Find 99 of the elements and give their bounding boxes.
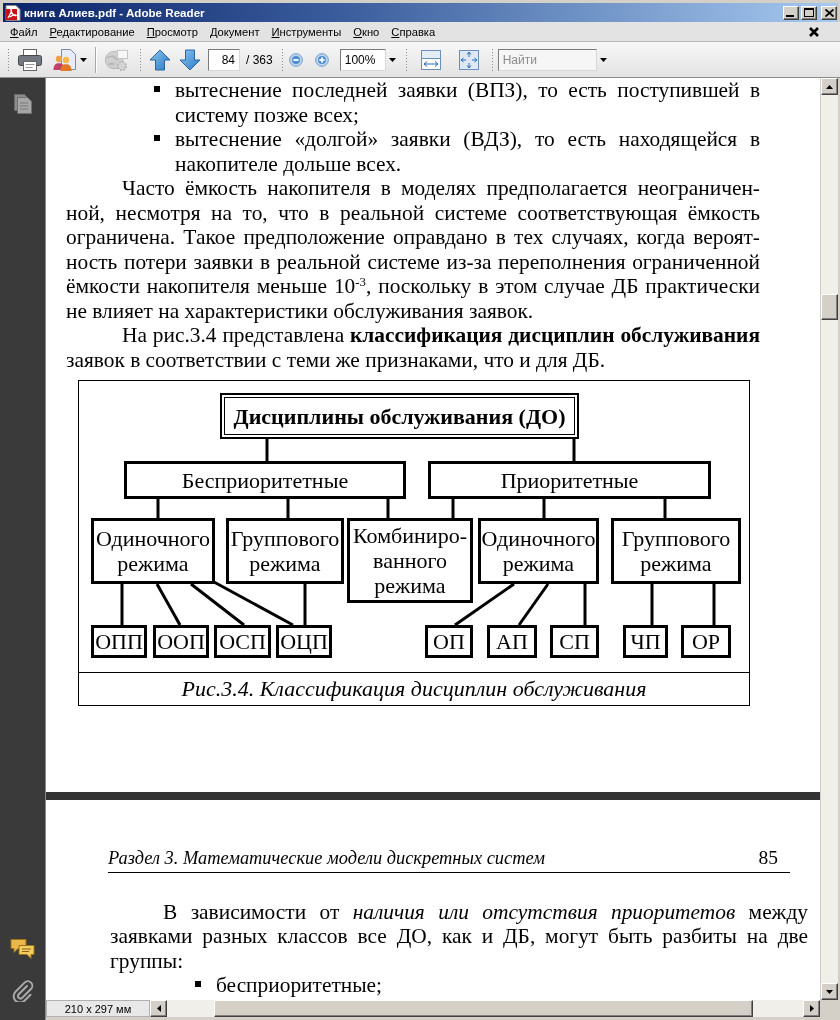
caret-icon	[80, 57, 87, 62]
diagram-node: Приоритетные	[428, 461, 711, 499]
diagram-node: ОР	[681, 625, 731, 658]
maximize-icon	[804, 8, 814, 17]
connector-line	[120, 584, 124, 625]
diagram-node: СП	[550, 625, 599, 658]
toolbar-grip[interactable]	[7, 47, 10, 72]
close-button[interactable]	[821, 5, 837, 20]
caret-up-icon	[826, 84, 833, 89]
maximize-button[interactable]	[801, 5, 817, 20]
connector-line	[265, 439, 269, 461]
diagram-node: Дисциплины обслуживания (ДО)	[220, 393, 579, 439]
diagram-node: ОЦП	[276, 625, 332, 658]
horizontal-scrollbar[interactable]	[150, 1000, 820, 1017]
diagram-node: Комбиниро-ванного режима	[347, 518, 473, 603]
connector-line	[542, 499, 546, 518]
page-count: / 363	[246, 52, 273, 67]
connector-line	[712, 584, 716, 625]
bullet-icon	[195, 981, 201, 988]
figure-caption: Рис.3.4. Классификация дисциплин обслуживания	[181, 676, 647, 702]
connector-line	[517, 583, 550, 626]
diagram-node: ЧП	[623, 625, 668, 658]
diagram-node: Группового режима	[226, 518, 344, 584]
close-document-button[interactable]	[809, 26, 819, 37]
diagram-node: ОП	[425, 625, 473, 658]
close-icon	[809, 26, 819, 37]
minimize-button[interactable]	[783, 5, 799, 20]
diagram-node: АП	[487, 625, 537, 658]
connector-line	[155, 583, 182, 626]
caret-icon	[388, 57, 396, 62]
comments-icon[interactable]	[9, 938, 36, 960]
menu-item[interactable]: Окно	[347, 22, 386, 41]
close-icon	[824, 8, 834, 17]
scroll-right-button[interactable]	[803, 1000, 820, 1017]
arrow-up-icon	[149, 48, 171, 71]
paragraph: На рис.3.4 представлена классификация дисциплин обслуживания заявок в соответствии с теми же признаками, что и для ДБ.	[66, 323, 760, 372]
scroll-left-button[interactable]	[150, 1000, 167, 1017]
scrollbar-thumb[interactable]	[214, 1000, 753, 1017]
menu-item[interactable]: Редактирование	[43, 22, 141, 41]
fit-page-icon	[458, 49, 479, 70]
list-item-text: вытеснение последней заявки (ВПЗ), то есть поступившей в систему позже всех;	[175, 78, 760, 127]
globe-icon	[104, 47, 128, 72]
diagram-node: ОПП	[91, 625, 147, 658]
connector-line	[286, 499, 290, 518]
toolbar-grip[interactable]	[280, 47, 284, 72]
page-size-label: 210 x 297 мм	[46, 1000, 150, 1017]
connector-line	[663, 499, 667, 518]
page-number-field[interactable]: 84	[208, 48, 240, 71]
vertical-scrollbar[interactable]	[820, 78, 838, 1000]
paragraph: Часто ёмкость накопителя в моделях предполагается неограничен-ной, несмотря на то, что в реальной системе соответствующая ёмкость ограничена. Такое предположение оправдано в тех случаях, когда вероят-ность потери заявки в реальной системе из-за переполнения ограниченной ёмкости накопителя меньше 10$^{-3}$, поскольку в этом случае ДБ практически не влияет на характеристики обслуживания заявок.	[66, 176, 760, 323]
connector-line	[583, 584, 587, 625]
diagram-node: Бесприоритетные	[124, 461, 406, 499]
connector-line	[303, 584, 307, 625]
connector-line	[451, 499, 455, 518]
bullet-icon	[154, 86, 160, 92]
scroll-down-button[interactable]	[821, 983, 838, 1000]
connector-line	[156, 499, 160, 518]
diagram-node: ООП	[153, 625, 209, 658]
window-title: книга Алиев.pdf - Adobe Reader	[24, 6, 205, 19]
connector-line	[454, 582, 515, 627]
pdf-file-icon	[5, 4, 21, 21]
zoom-field[interactable]: 100%	[339, 48, 386, 71]
bullet-icon	[154, 135, 160, 141]
caret-icon	[599, 57, 607, 62]
list-item-text: бесприоритетные;	[216, 973, 383, 998]
menu-item[interactable]: Справка	[385, 22, 442, 41]
scroll-up-button[interactable]	[821, 78, 838, 95]
menu-item[interactable]: Документ	[203, 22, 266, 41]
connector-line	[386, 499, 390, 518]
zoom-out-icon	[288, 51, 303, 68]
document-people-icon	[53, 48, 77, 71]
toolbar-grip[interactable]	[490, 47, 494, 72]
scrollbar-thumb[interactable]	[821, 294, 838, 320]
caret-down-icon	[826, 989, 833, 994]
menu-item[interactable]: Просмотр	[140, 22, 204, 41]
diagram-node: Одиночного режима	[91, 518, 215, 584]
connector-line	[572, 439, 576, 461]
diagram-node: ОСП	[214, 625, 271, 658]
toolbar-grip[interactable]	[139, 47, 142, 72]
paperclip-icon[interactable]	[11, 980, 34, 1002]
list-item-text: вытеснение «долгой» заявки (ВДЗ), то есть находящейся в накопителе дольше всех.	[175, 127, 760, 176]
diagram-node: Группового режима	[611, 518, 741, 584]
menu-item[interactable]: Инструменты	[265, 22, 348, 41]
pages-icon[interactable]	[13, 94, 32, 114]
page-number: 85	[758, 846, 778, 870]
toolbar-grip[interactable]	[404, 47, 408, 72]
printer-icon	[18, 48, 42, 71]
zoom-in-icon	[314, 51, 329, 68]
arrow-down-icon	[179, 48, 201, 71]
paragraph: В зависимости от наличия или отсутствия приоритетов между заявками разных классов все ДО, как и ДБ, могут быть разбиты на две группы:	[110, 900, 808, 974]
diagram-node: Одиночного режима	[478, 518, 599, 584]
fit-width-icon	[420, 49, 441, 70]
minimize-icon	[786, 14, 794, 17]
search-field[interactable]: Найти	[497, 48, 597, 71]
running-header: Раздел 3. Математические модели дискретных систем	[108, 847, 545, 870]
connector-line	[650, 584, 654, 625]
caret-left-icon	[156, 1005, 161, 1012]
menu-item[interactable]: Файл	[4, 22, 44, 41]
caret-right-icon	[809, 1005, 814, 1012]
